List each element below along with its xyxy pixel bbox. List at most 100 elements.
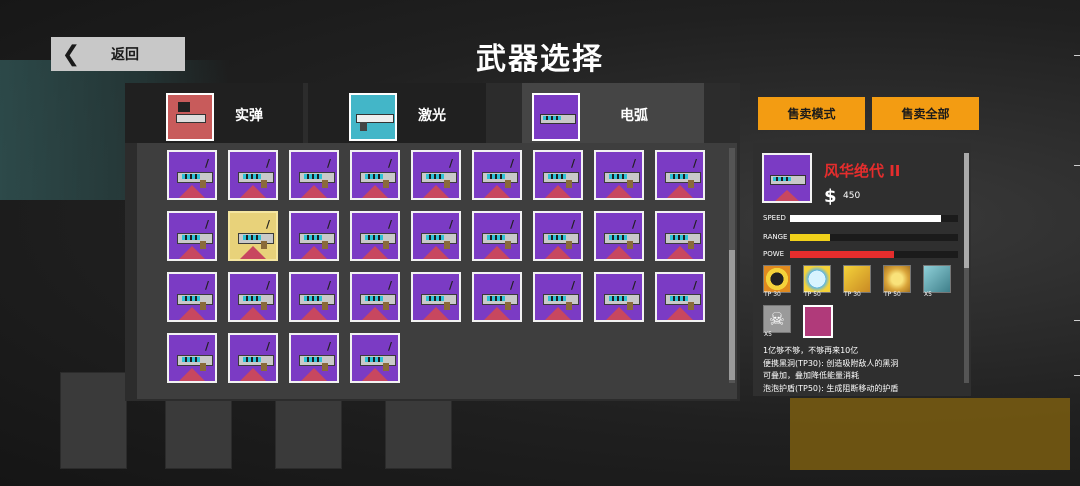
detail-scrollbar-thumb[interactable] — [964, 153, 969, 268]
tab-label: 电弧 — [620, 108, 648, 124]
rarity-marker — [666, 185, 694, 198]
weapon-card[interactable]: / — [350, 150, 400, 200]
arc-gun-icon — [238, 294, 274, 310]
tab-label: 激光 — [418, 108, 446, 124]
weapon-card[interactable]: / — [411, 272, 461, 322]
skill-tp: TP 30 — [764, 291, 781, 298]
weapon-card[interactable]: / — [411, 211, 461, 261]
weapon-price: 450 — [843, 191, 861, 201]
rarity-marker — [300, 307, 328, 320]
weapon-card[interactable]: / — [533, 211, 583, 261]
arc-gun-icon — [482, 172, 518, 188]
weapon-card[interactable]: / — [594, 272, 644, 322]
weapon-card[interactable]: / — [594, 211, 644, 261]
skill-tp: X5 — [764, 331, 772, 338]
weapon-card[interactable]: / — [289, 272, 339, 322]
arc-gun-icon — [604, 172, 640, 188]
arc-gun-icon — [177, 233, 213, 249]
arc-gun-icon — [360, 172, 396, 188]
rarity-marker — [422, 246, 450, 259]
arc-gun-icon — [177, 294, 213, 310]
lightning-icon: / — [631, 279, 636, 292]
lightning-icon: / — [509, 218, 514, 231]
weapon-card[interactable]: / — [228, 333, 278, 383]
lightning-icon: / — [692, 218, 697, 231]
lightning-icon: / — [326, 218, 331, 231]
rarity-marker — [361, 368, 389, 381]
weapon-card[interactable]: / — [289, 150, 339, 200]
rarity-marker — [422, 307, 450, 320]
sell-all-button[interactable]: 售卖全部 — [872, 97, 979, 130]
page-title: 武器选择 — [476, 42, 604, 77]
weapon-card[interactable]: / — [350, 333, 400, 383]
arc-gun-icon — [421, 233, 457, 249]
lightning-icon: / — [448, 279, 453, 292]
stat-bar-power — [790, 251, 958, 258]
lightning-icon: / — [570, 218, 575, 231]
boss-badge-icon[interactable] — [803, 305, 833, 338]
weapon-card[interactable]: / — [289, 211, 339, 261]
lightning-icon: / — [204, 218, 209, 231]
lightning-icon: / — [692, 279, 697, 292]
lightning-icon: / — [326, 157, 331, 170]
laser-gun-icon — [349, 93, 397, 141]
lightning-icon: / — [570, 279, 575, 292]
rarity-marker — [239, 246, 267, 259]
rocket-skill-icon[interactable] — [843, 265, 871, 293]
rarity-marker — [300, 246, 328, 259]
weapon-card[interactable]: / — [167, 150, 217, 200]
description-line: 泡泡护盾(TP50): 生成阻断移动的护盾 — [763, 383, 899, 393]
rarity-marker — [361, 185, 389, 198]
rarity-marker — [178, 307, 206, 320]
arc-gun-icon — [360, 233, 396, 249]
wave-skill-icon[interactable] — [923, 265, 951, 293]
weapon-card[interactable]: / — [533, 272, 583, 322]
arc-gun-icon — [604, 233, 640, 249]
arc-gun-icon — [238, 233, 274, 249]
weapon-card[interactable]: / — [472, 150, 522, 200]
rarity-marker — [605, 307, 633, 320]
rarity-marker — [483, 307, 511, 320]
arc-gun-icon — [665, 233, 701, 249]
weapon-card[interactable]: / — [655, 211, 705, 261]
weapon-card[interactable]: / — [228, 272, 278, 322]
background-edge-lines — [1074, 55, 1080, 385]
weapon-card[interactable]: / — [594, 150, 644, 200]
sell-mode-button[interactable]: 售卖模式 — [758, 97, 865, 130]
rarity-marker — [239, 368, 267, 381]
weapon-card[interactable]: / — [228, 211, 278, 261]
tab-bullet[interactable]: 实弹 — [125, 83, 303, 143]
stat-bar-speed — [790, 215, 958, 222]
weapon-card[interactable]: / — [411, 150, 461, 200]
lightning-icon: / — [265, 279, 270, 292]
weapon-card[interactable]: / — [655, 150, 705, 200]
weapon-card[interactable]: / — [167, 211, 217, 261]
weapon-card[interactable]: / — [289, 333, 339, 383]
rarity-marker — [361, 246, 389, 259]
skull-skill-icon[interactable]: ☠ — [763, 305, 791, 333]
rarity-marker — [483, 246, 511, 259]
black-hole-skill-icon[interactable] — [763, 265, 791, 293]
lightning-icon: / — [631, 157, 636, 170]
tab-arc[interactable]: 电弧 — [522, 83, 704, 143]
arc-gun-icon — [177, 355, 213, 371]
weapon-card[interactable]: / — [472, 272, 522, 322]
weapon-card[interactable]: / — [350, 211, 400, 261]
stat-bar-range — [790, 234, 958, 241]
weapon-card[interactable]: / — [167, 333, 217, 383]
weapon-card[interactable]: / — [533, 150, 583, 200]
rarity-marker — [300, 368, 328, 381]
weapon-card[interactable]: / — [472, 211, 522, 261]
rarity-marker — [605, 246, 633, 259]
arc-gun-icon — [299, 355, 335, 371]
tab-laser[interactable]: 激光 — [308, 83, 486, 143]
weapon-card[interactable]: / — [167, 272, 217, 322]
arc-gun-icon — [482, 233, 518, 249]
bubble-shield-skill-icon[interactable] — [803, 265, 831, 293]
grid-scrollbar-thumb[interactable] — [729, 250, 735, 380]
weapon-card[interactable]: / — [228, 150, 278, 200]
weapon-card[interactable]: / — [655, 272, 705, 322]
gold-ring-skill-icon[interactable] — [883, 265, 911, 293]
weapon-card[interactable]: / — [350, 272, 400, 322]
rarity-marker — [178, 185, 206, 198]
